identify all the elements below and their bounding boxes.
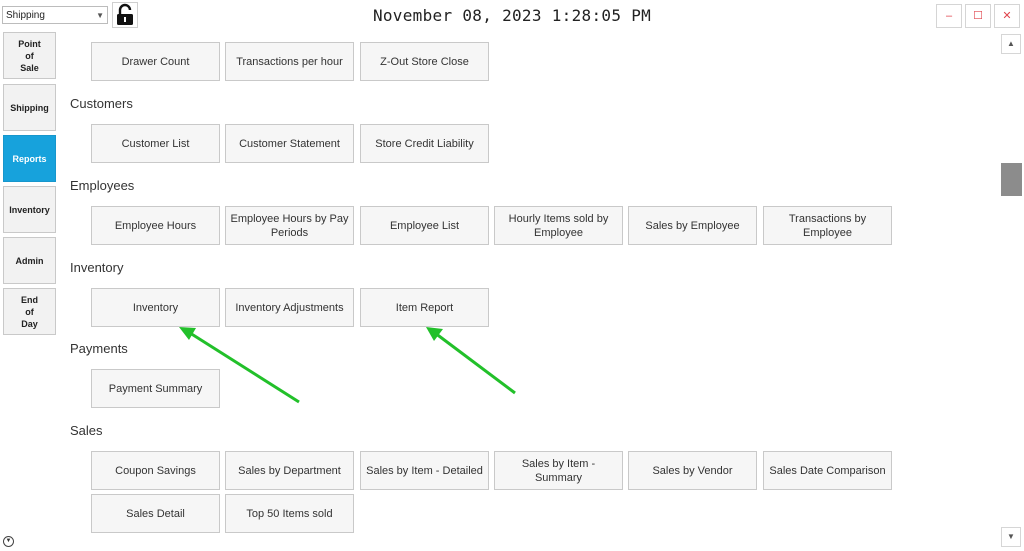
- expand-down-icon[interactable]: ▼: [3, 536, 14, 547]
- scrollbar-thumb[interactable]: [1001, 163, 1022, 196]
- scroll-up-button[interactable]: ▲: [1001, 34, 1021, 54]
- annotation-arrow-inventory: [179, 327, 300, 404]
- annotation-arrows: [179, 327, 516, 404]
- annotation-arrow-item-report: [426, 327, 516, 395]
- scroll-down-button[interactable]: ▼: [1001, 527, 1021, 547]
